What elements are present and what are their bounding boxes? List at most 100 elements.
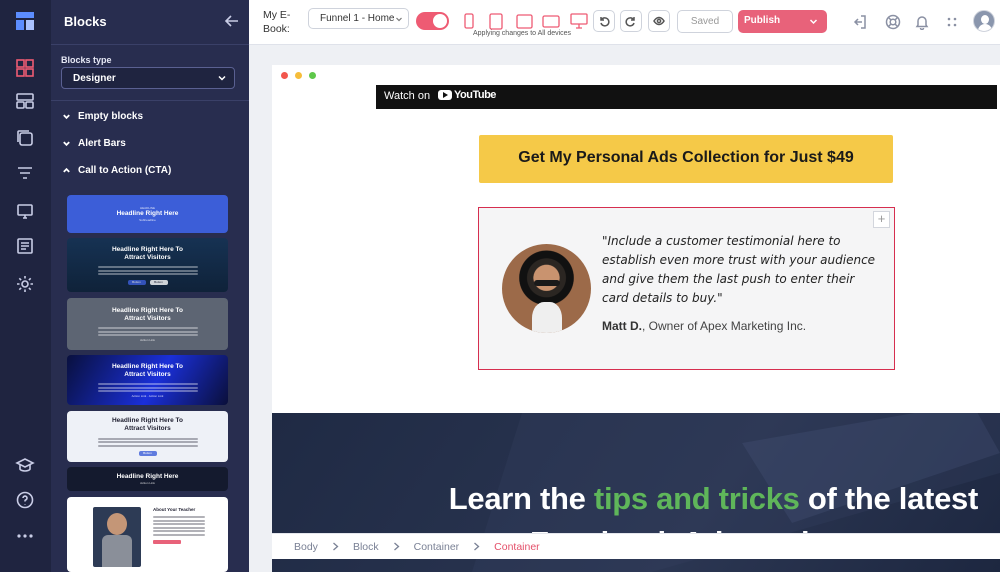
chevron-up-icon	[63, 167, 70, 173]
user-avatar[interactable]	[973, 10, 995, 32]
ebook-label: My E-Book:	[263, 9, 291, 35]
block-thumbnail-cta-3[interactable]: Headline Right Here To Attract Visitors …	[67, 298, 228, 350]
exit-icon[interactable]	[850, 12, 870, 32]
blocks-type-value: Designer	[73, 73, 116, 84]
thumb-text-lines	[97, 265, 198, 277]
saved-button[interactable]: Saved	[677, 10, 733, 33]
device-tablet-icon[interactable]	[514, 11, 534, 31]
divider	[51, 44, 249, 45]
device-mobile-icon[interactable]	[486, 11, 506, 31]
thumb-headline: Headline Right Here	[116, 210, 179, 217]
video-embed[interactable]: Watch on YouTube	[376, 85, 997, 109]
applying-changes-text: Applying changes to All devices	[473, 30, 572, 37]
category-label: Call to Action (CTA)	[78, 165, 172, 176]
testimonial-avatar	[502, 244, 591, 333]
all-devices-toggle[interactable]	[416, 12, 449, 30]
thumb-kicker: HEADLINE	[139, 206, 155, 210]
toggle-knob	[433, 14, 447, 28]
thumb-sub: Subheadline	[139, 218, 156, 222]
block-thumbnail-teacher[interactable]: About Your Teacher	[67, 497, 228, 572]
thumb-teacher-photo	[93, 507, 141, 567]
device-tablet-landscape-icon[interactable]	[541, 11, 561, 31]
desktop-icon[interactable]	[13, 199, 37, 223]
author-role: , Owner of Apex Marketing Inc.	[642, 319, 807, 333]
redo-icon	[625, 17, 635, 27]
block-thumbnail-cta-4[interactable]: Headline Right Here To Attract Visitors …	[67, 355, 228, 405]
breadcrumb-item[interactable]: Container	[414, 541, 460, 553]
chevron-down-icon	[63, 114, 70, 120]
watch-on-label: Watch on	[384, 90, 431, 102]
author-name: Matt D.	[602, 319, 642, 333]
more-icon[interactable]	[13, 524, 37, 548]
chevron-right-icon	[474, 542, 480, 551]
form-icon[interactable]	[13, 234, 37, 258]
help-icon[interactable]	[13, 488, 37, 512]
thumb-headline: Headline Right Here To Attract Visitors	[111, 306, 184, 322]
thumb-text-lines	[97, 326, 198, 338]
back-arrow-icon[interactable]	[223, 12, 241, 30]
block-thumbnail-cta-6[interactable]: Headline Right Here Action Link	[67, 467, 228, 491]
academy-hat-icon[interactable]	[13, 453, 37, 477]
support-lifebuoy-icon[interactable]	[883, 12, 903, 32]
cta-button[interactable]: Get My Personal Ads Collection for Just …	[479, 135, 893, 183]
preview-button[interactable]	[648, 10, 670, 32]
breadcrumb: Body Block Container Container	[272, 533, 1000, 559]
funnel-select-value: Funnel 1 - Home	[320, 13, 395, 24]
thumb-button: Button	[127, 279, 146, 285]
funnel-select[interactable]: Funnel 1 - Home	[308, 8, 409, 29]
youtube-brand: YouTube	[454, 89, 496, 101]
window-close-dot	[281, 72, 288, 79]
chevron-right-icon	[333, 542, 339, 551]
learn-highlight: tips and tricks	[593, 481, 800, 516]
thumb-sub: Action Link	[140, 481, 155, 485]
pages-icon[interactable]	[13, 126, 37, 150]
block-thumbnail-cta-2[interactable]: Headline Right Here To Attract Visitors …	[67, 238, 228, 292]
youtube-logo[interactable]: YouTube	[438, 89, 496, 101]
undo-icon	[600, 17, 610, 27]
top-toolbar: My E-Book: Funnel 1 - Home Applying chan…	[249, 0, 1000, 45]
thumb-headline: Headline Right Here To Attract Visitors	[111, 362, 184, 378]
apps-grid-icon[interactable]	[942, 12, 962, 32]
divider	[51, 100, 249, 101]
logo-icon[interactable]	[13, 9, 37, 33]
blocks-panel: Blocks Blocks type Designer Empty blocks…	[51, 0, 249, 572]
block-thumbnail-cta-5[interactable]: Headline Right Here To Attract Visitors …	[67, 411, 228, 462]
undo-button[interactable]	[593, 10, 615, 32]
thumb-button: Button	[138, 451, 157, 456]
elements-icon[interactable]	[13, 89, 37, 113]
category-call-to-action[interactable]: Call to Action (CTA)	[62, 165, 171, 176]
window-maximize-dot	[309, 72, 316, 79]
testimonial-container[interactable]: + "Include a customer testimonial here t…	[478, 207, 895, 370]
blocks-type-label: Blocks type	[61, 55, 112, 65]
thumb-headline: Headline Right Here To Attract Visitors	[111, 417, 184, 432]
breadcrumb-item[interactable]: Block	[353, 541, 379, 553]
settings-gear-icon[interactable]	[13, 272, 37, 296]
block-thumbnail-cta-1[interactable]: HEADLINE Headline Right Here Subheadline	[67, 195, 228, 233]
device-mobile-small-icon[interactable]	[459, 11, 479, 31]
breadcrumb-item[interactable]: Body	[294, 541, 318, 553]
category-alert-bars[interactable]: Alert Bars	[62, 138, 126, 149]
thumb-text-lines	[97, 382, 198, 394]
add-element-button[interactable]: +	[873, 211, 890, 228]
breadcrumb-item-current[interactable]: Container	[494, 541, 540, 553]
category-empty-blocks[interactable]: Empty blocks	[62, 111, 143, 122]
publish-label: Publish	[744, 15, 781, 26]
window-minimize-dot	[295, 72, 302, 79]
blocks-icon[interactable]	[13, 56, 37, 80]
chevron-down-icon	[809, 19, 818, 25]
device-desktop-icon[interactable]	[569, 11, 589, 31]
notifications-bell-icon[interactable]	[912, 12, 932, 32]
thumb-sub: Action Link	[140, 337, 155, 342]
eye-icon	[653, 16, 665, 26]
thumb-buttons: Button Button	[127, 279, 168, 285]
testimonial-quote: "Include a customer testimonial here to …	[602, 234, 876, 305]
redo-button[interactable]	[620, 10, 642, 32]
thumb-text-lines	[153, 516, 205, 536]
thumb-sub: Action Link · Action Link	[131, 393, 164, 398]
publish-button[interactable]: Publish	[738, 10, 827, 33]
thumb-teacher-text: About Your Teacher	[153, 507, 213, 544]
filter-icon[interactable]	[13, 161, 37, 185]
blocks-type-select[interactable]: Designer	[61, 67, 235, 89]
category-label: Empty blocks	[78, 111, 144, 122]
chevron-down-icon	[218, 75, 226, 81]
